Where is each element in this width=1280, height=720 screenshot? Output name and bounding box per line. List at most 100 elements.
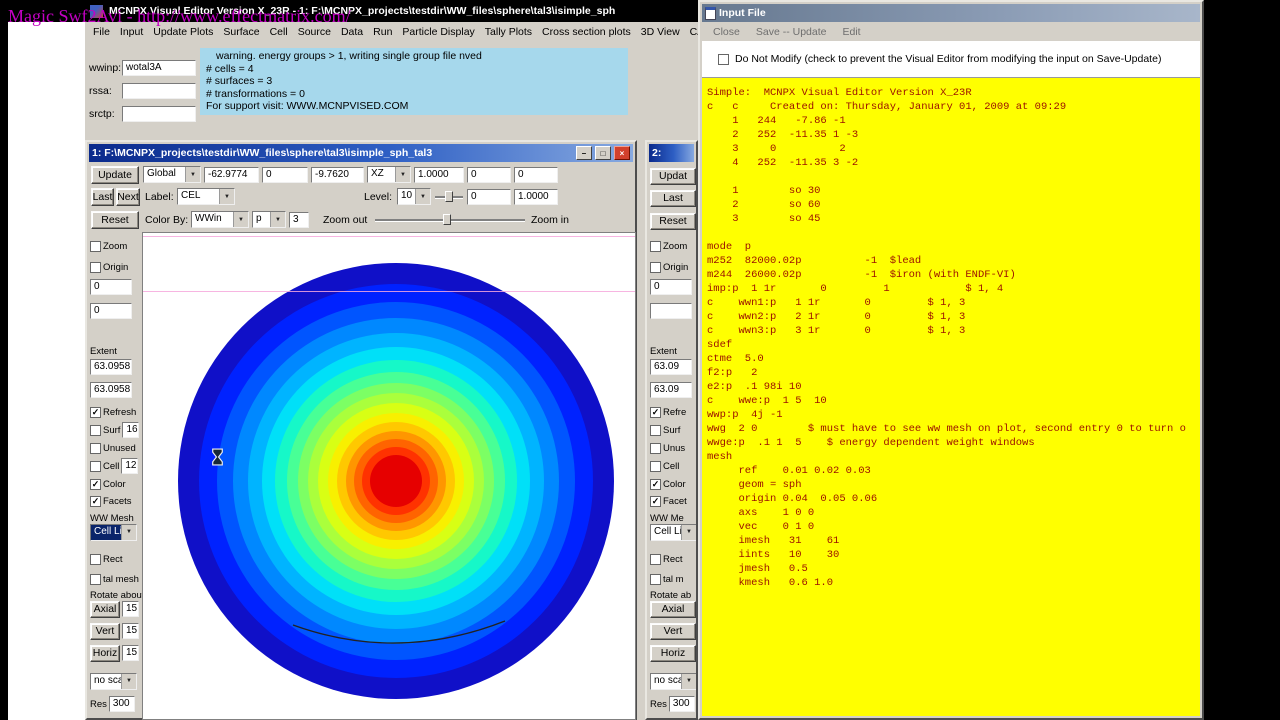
pw1-axial-field[interactable]: 15 xyxy=(122,601,139,617)
pw2-surf-checkbox[interactable] xyxy=(650,424,661,436)
origin-z-field[interactable]: -9.7620 xyxy=(311,167,364,183)
pw2-vert-button[interactable]: Vert xyxy=(650,622,696,640)
group-field[interactable]: 3 xyxy=(289,212,309,228)
chevron-down-icon[interactable]: ▼ xyxy=(415,189,430,204)
slider-thumb[interactable] xyxy=(445,191,453,202)
label-dropdown[interactable]: CEL ▼ xyxy=(177,188,235,205)
zoom-slider[interactable] xyxy=(375,214,525,226)
global-dropdown[interactable]: Global ▼ xyxy=(143,166,201,183)
basis-dropdown[interactable]: XZ ▼ xyxy=(367,166,411,183)
input-file-text[interactable]: Simple: MCNPX Visual Editor Version X_23… xyxy=(702,78,1200,716)
pw1-rect-checkbox[interactable] xyxy=(90,553,101,565)
origin-x-field[interactable]: -62.9774 xyxy=(204,167,259,183)
level-max-field[interactable]: 1.0000 xyxy=(514,189,558,205)
colorby-dropdown[interactable]: WWin ▼ xyxy=(191,211,249,228)
pw2-facet-checkbox[interactable]: ✓ xyxy=(650,495,661,507)
inputfile-menu-save-update[interactable]: Save -- Update xyxy=(748,24,835,40)
pw1-cell-lin-dropdown[interactable]: Cell Lin▼ xyxy=(90,523,137,541)
pw1-value-field[interactable]: 0 xyxy=(90,279,132,295)
chevron-down-icon[interactable]: ▼ xyxy=(219,189,234,204)
pw2-horiz-button[interactable]: Horiz xyxy=(650,644,696,662)
update-button[interactable]: Update xyxy=(91,166,139,184)
pw2-updat-button[interactable]: Updat xyxy=(650,167,696,185)
pw2-value-field[interactable]: 0 xyxy=(650,279,692,295)
extent-field-3[interactable]: 0 xyxy=(514,167,558,183)
chevron-down-icon[interactable]: ▼ xyxy=(395,167,410,182)
pw2-origin-checkbox[interactable] xyxy=(650,261,661,273)
pw1-horiz-field[interactable]: 15 xyxy=(122,645,139,661)
menu-item-cad-im[interactable]: CAD im xyxy=(685,24,698,40)
pw2-value-field[interactable]: 63.09 xyxy=(650,359,692,375)
pw1-zoom-checkbox[interactable] xyxy=(90,240,101,252)
srctp-field[interactable] xyxy=(122,106,196,122)
chevron-down-icon[interactable]: ▼ xyxy=(681,673,696,689)
pw1-unused-checkbox[interactable] xyxy=(90,442,101,454)
pw2-rect-checkbox[interactable] xyxy=(650,553,661,565)
do-not-modify-checkbox[interactable] xyxy=(718,53,729,65)
pw1-refresh-checkbox[interactable]: ✓ xyxy=(90,406,101,418)
pw1-cell-checkbox[interactable] xyxy=(90,460,101,472)
chevron-down-icon[interactable]: ▼ xyxy=(233,212,248,227)
menu-item-particle-display[interactable]: Particle Display xyxy=(397,24,479,40)
chevron-down-icon[interactable]: ▼ xyxy=(681,524,696,540)
inputfile-menu-close[interactable]: Close xyxy=(705,24,748,40)
reset-button[interactable]: Reset xyxy=(91,211,139,229)
chevron-down-icon[interactable]: ▼ xyxy=(121,673,136,689)
pw1-origin-checkbox[interactable] xyxy=(90,261,101,273)
particle-dropdown[interactable]: p ▼ xyxy=(252,211,286,228)
maximize-button[interactable]: □ xyxy=(595,146,611,160)
pw1-vert-button[interactable]: Vert xyxy=(90,622,120,640)
origin-y-field[interactable]: 0 xyxy=(262,167,308,183)
pw2-cell-lin-dropdown[interactable]: Cell Lin▼ xyxy=(650,523,696,541)
pw1-res-field[interactable]: 300 xyxy=(108,696,135,712)
pw2-cell-checkbox[interactable] xyxy=(650,460,661,472)
pw1-surf-checkbox[interactable] xyxy=(90,424,101,436)
minimize-button[interactable]: – xyxy=(576,146,592,160)
plot-canvas[interactable] xyxy=(142,232,636,720)
menu-item-cross-section-plots[interactable]: Cross section plots xyxy=(537,24,636,40)
pw1-facets-checkbox[interactable]: ✓ xyxy=(90,495,101,507)
pw2-unus-checkbox[interactable] xyxy=(650,442,661,454)
pw1-value-field[interactable]: 63.0958 xyxy=(90,359,132,375)
pw2-color-checkbox[interactable]: ✓ xyxy=(650,478,661,490)
pw1-horiz-button[interactable]: Horiz xyxy=(90,644,120,662)
pw2-reset-button[interactable]: Reset xyxy=(650,212,696,230)
pw2-axial-button[interactable]: Axial xyxy=(650,600,696,618)
pw2-value-field[interactable]: 63.09 xyxy=(650,382,692,398)
pw1-value-field[interactable]: 63.0958 xyxy=(90,382,132,398)
level-dropdown[interactable]: 10 ▼ xyxy=(397,188,431,205)
chevron-down-icon[interactable]: ▼ xyxy=(270,212,285,227)
plot-window-1-titlebar[interactable]: 1: F:\MCNPX_projects\testdir\WW_files\sp… xyxy=(89,144,633,162)
pw1-cell-field[interactable]: 12 xyxy=(121,458,139,474)
inputfile-menu-edit[interactable]: Edit xyxy=(834,24,868,40)
input-file-titlebar[interactable]: Input File xyxy=(702,4,1200,22)
last-button[interactable]: Last xyxy=(91,188,114,206)
level-min-field[interactable]: 0 xyxy=(467,189,511,205)
wwinp-field[interactable]: wotal3A xyxy=(122,60,196,76)
extent-field-1[interactable]: 1.0000 xyxy=(414,167,464,183)
menu-item-3d-view[interactable]: 3D View xyxy=(636,24,685,40)
pw2-refre-checkbox[interactable]: ✓ xyxy=(650,406,661,418)
menu-item-tally-plots[interactable]: Tally Plots xyxy=(480,24,537,40)
level-slider[interactable] xyxy=(435,191,463,203)
pw1-tal-mesh-checkbox[interactable] xyxy=(90,573,101,585)
pw2-last-button[interactable]: Last xyxy=(650,189,696,207)
pw2-tal-m-checkbox[interactable] xyxy=(650,573,661,585)
menu-item-run[interactable]: Run xyxy=(368,24,397,40)
pw2-zoom-checkbox[interactable] xyxy=(650,240,661,252)
close-icon[interactable]: × xyxy=(614,146,630,160)
pw2-value-field[interactable] xyxy=(650,303,692,319)
pw2-res-field[interactable]: 300 xyxy=(668,696,695,712)
pw2-no-sca-dropdown[interactable]: no sca ▼ xyxy=(650,672,696,690)
pw1-axial-button[interactable]: Axial xyxy=(90,600,120,618)
next-button[interactable]: Next xyxy=(116,188,140,206)
chevron-down-icon[interactable]: ▼ xyxy=(121,524,136,540)
pw1-no-scale-dropdown[interactable]: no scale▼ xyxy=(90,672,137,690)
pw1-value-field[interactable]: 0 xyxy=(90,303,132,319)
pw1-color-checkbox[interactable]: ✓ xyxy=(90,478,101,490)
pw1-vert-field[interactable]: 15 xyxy=(122,623,139,639)
rssa-field[interactable] xyxy=(122,83,196,99)
slider-thumb[interactable] xyxy=(443,214,451,225)
pw1-surf-field[interactable]: 16 xyxy=(122,422,140,438)
chevron-down-icon[interactable]: ▼ xyxy=(185,167,200,182)
